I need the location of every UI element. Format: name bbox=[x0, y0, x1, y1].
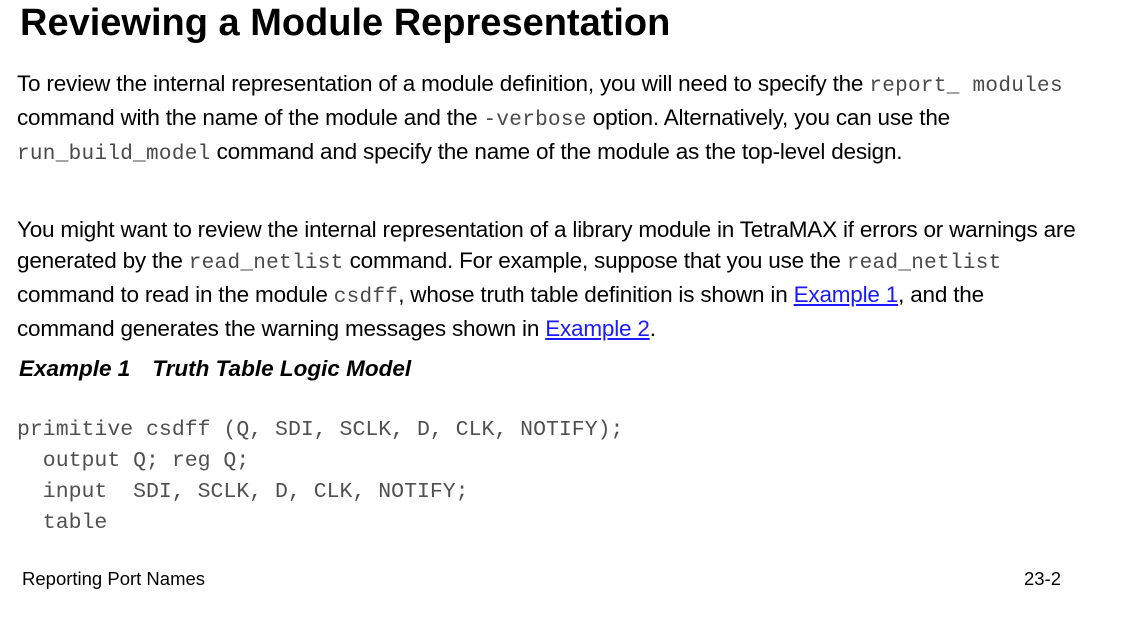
paragraph-text: . bbox=[649, 316, 656, 341]
example-1-link[interactable]: Example 1 bbox=[794, 282, 899, 307]
module-name-csdff: csdff bbox=[333, 286, 399, 309]
intro-paragraph: To review the internal representation of… bbox=[17, 68, 1077, 170]
code-line: table bbox=[17, 511, 108, 535]
example-caption: Example 1 Truth Table Logic Model bbox=[19, 353, 411, 384]
code-line: primitive csdff (Q, SDI, SCLK, D, CLK, N… bbox=[17, 418, 624, 442]
code-line: input SDI, SCLK, D, CLK, NOTIFY; bbox=[17, 480, 469, 504]
footer-page-number: 23-2 bbox=[1023, 568, 1061, 589]
command-report-modules: report_ modules bbox=[869, 75, 1063, 98]
paragraph-text: , whose truth table definition is shown … bbox=[398, 282, 794, 307]
paragraph-text: command and specify the name of the modu… bbox=[210, 139, 903, 164]
page-title: Reviewing a Module Representation bbox=[20, 2, 671, 44]
command-run-build-model: run_build_model bbox=[17, 143, 211, 166]
example-title: Truth Table Logic Model bbox=[152, 356, 412, 381]
code-block: primitive csdff (Q, SDI, SCLK, D, CLK, N… bbox=[17, 415, 623, 539]
option-verbose: -verbose bbox=[483, 109, 587, 132]
paragraph-text: command with the name of the module and … bbox=[17, 105, 484, 130]
example-number: Example 1 bbox=[19, 356, 131, 381]
command-read-netlist: read_netlist bbox=[188, 252, 344, 275]
command-read-netlist: read_netlist bbox=[846, 252, 1002, 275]
paragraph-text: To review the internal representation of… bbox=[17, 71, 870, 96]
footer-section-name: Reporting Port Names bbox=[22, 568, 206, 589]
code-line: output Q; reg Q; bbox=[17, 449, 250, 473]
paragraph-text: command to read in the module bbox=[17, 282, 334, 307]
paragraph-text: option. Alternatively, you can use the bbox=[586, 105, 950, 130]
paragraph-text: command. For example, suppose that you u… bbox=[343, 248, 847, 273]
library-module-paragraph: You might want to review the internal re… bbox=[17, 214, 1077, 344]
example-2-link[interactable]: Example 2 bbox=[545, 316, 650, 341]
